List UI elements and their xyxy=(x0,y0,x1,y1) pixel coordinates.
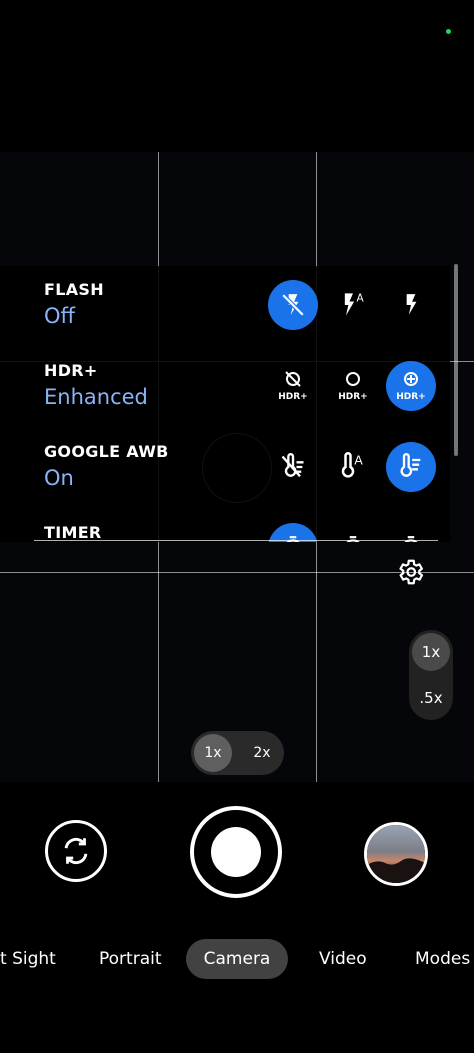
hdr-enhanced-button[interactable]: HDR+ xyxy=(386,361,436,411)
settings-gear-button[interactable] xyxy=(395,557,425,587)
hdr-on-icon: HDR+ xyxy=(338,372,368,402)
mode-night-sight[interactable]: t Sight xyxy=(0,944,56,974)
shutter-button[interactable] xyxy=(190,806,282,898)
svg-text:HDR+: HDR+ xyxy=(278,392,307,402)
hdr-off-icon: HDR+ xyxy=(278,371,308,402)
awb-on-button[interactable] xyxy=(386,442,436,492)
awb-auto-button[interactable]: A xyxy=(328,442,378,492)
svg-text:A: A xyxy=(354,453,363,468)
switch-camera-icon xyxy=(64,838,88,864)
flash-on-icon xyxy=(406,294,417,315)
gear-icon xyxy=(399,559,424,585)
flash-off-button[interactable] xyxy=(268,280,318,330)
zoom-1x-button[interactable]: 1x xyxy=(194,734,232,772)
awb-off-button[interactable] xyxy=(268,442,318,492)
lens-0-5x-button[interactable]: .5x xyxy=(412,679,450,717)
awb-on-icon xyxy=(400,453,421,477)
lens-1x-button[interactable]: 1x xyxy=(412,633,450,671)
awb-auto-icon: A xyxy=(341,452,363,478)
svg-text:HDR+: HDR+ xyxy=(396,392,425,402)
svg-text:A: A xyxy=(357,293,365,305)
shutter-inner xyxy=(211,827,261,877)
flash-auto-button[interactable]: A xyxy=(328,280,378,330)
zoom-2x-button[interactable]: 2x xyxy=(243,734,281,772)
quick-settings-panel: FLASH Off A HDR+ Enhanced HDR+ HDR+ HDR+… xyxy=(0,266,450,542)
awb-value: On xyxy=(44,466,74,490)
status-indicator-dot xyxy=(446,29,451,34)
flash-off-icon xyxy=(281,293,305,317)
awb-off-icon xyxy=(281,453,304,478)
lens-selector: 1x .5x xyxy=(409,630,453,720)
last-photo-image xyxy=(367,825,425,883)
switch-camera-button[interactable] xyxy=(45,820,107,882)
flash-on-button[interactable] xyxy=(386,280,436,330)
svg-text:HDR+: HDR+ xyxy=(338,392,367,402)
flash-auto-icon: A xyxy=(344,293,365,316)
mode-modes[interactable]: Modes xyxy=(415,944,470,974)
hdr-off-button[interactable]: HDR+ xyxy=(268,361,318,411)
awb-title: GOOGLE AWB xyxy=(44,442,169,461)
zoom-selector: 1x 2x xyxy=(191,731,284,775)
panel-divider xyxy=(34,540,438,541)
gallery-thumbnail[interactable] xyxy=(364,822,428,886)
flash-value: Off xyxy=(44,304,75,328)
mode-camera[interactable]: Camera xyxy=(186,939,288,979)
hdr-value: Enhanced xyxy=(44,385,148,409)
mode-video[interactable]: Video xyxy=(319,944,367,974)
hdr-title: HDR+ xyxy=(44,361,98,380)
mode-portrait[interactable]: Portrait xyxy=(99,944,162,974)
hdr-on-button[interactable]: HDR+ xyxy=(328,361,378,411)
flash-title: FLASH xyxy=(44,280,104,299)
hdr-enhanced-icon: HDR+ xyxy=(396,372,426,402)
settings-scrollbar[interactable] xyxy=(454,264,458,456)
